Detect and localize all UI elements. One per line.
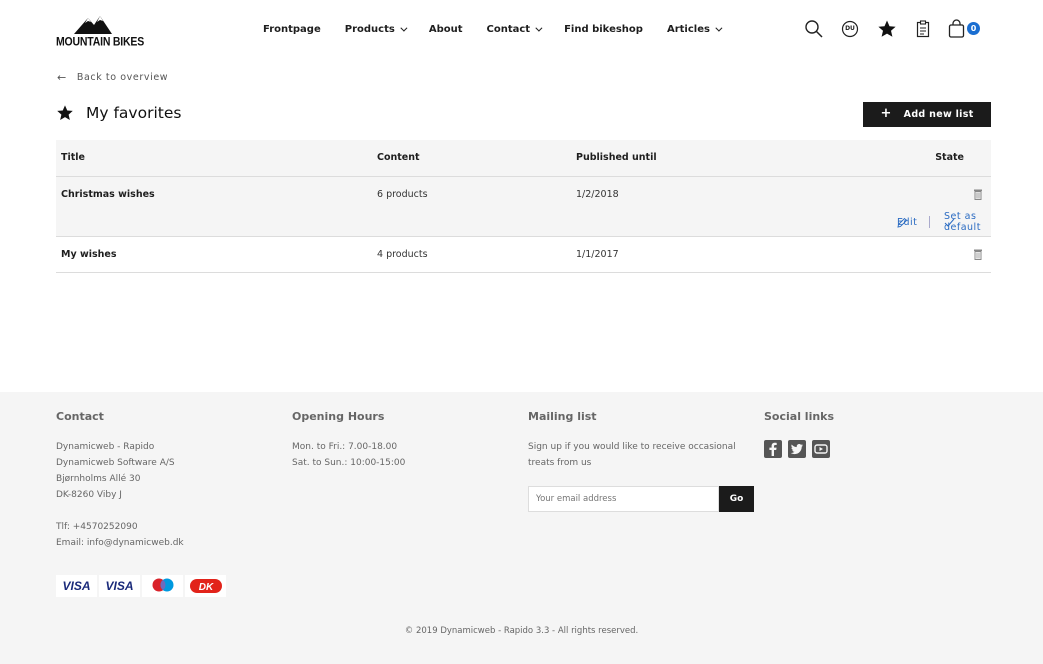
row-content: 6 products [377,189,428,200]
nav-label: Articles [666,24,710,35]
main-nav: Frontpage Products About Contact Find bi… [263,24,744,35]
row-content: 4 products [377,249,428,260]
add-new-list-button[interactable]: + Add new list [863,102,991,127]
facebook-icon[interactable] [764,440,782,458]
footer-contact-line: Dynamicweb Software A/S [56,458,175,468]
nav-label: Find bikeshop [564,24,643,35]
row-published: 1/1/2017 [576,249,619,260]
row-published: 1/2/2018 [576,189,619,200]
footer-contact-heading: Contact [56,410,104,423]
site-footer: Contact Dynamicweb - Rapido Dynamicweb S… [0,392,1043,664]
maestro-icon [142,575,183,597]
mountain-logo-icon [74,16,112,34]
nav-item-about[interactable]: About [429,24,463,35]
footer-contact-line: Bjørnholms Allé 30 [56,474,141,484]
footer-mailing-heading: Mailing list [528,410,597,423]
youtube-icon[interactable] [812,440,830,458]
edit-button[interactable]: Edit [897,217,918,228]
site-header: MOUNTAIN BIKES Frontpage Products About … [0,0,1043,62]
chevron-down-icon [715,24,723,32]
trash-icon[interactable] [973,249,983,260]
clipboard-icon[interactable] [913,19,933,39]
visa-electron-icon: VISA [99,575,140,597]
twitter-icon[interactable] [788,440,806,458]
page-title: My favorites [86,104,182,122]
chevron-down-icon [400,24,408,32]
newsletter-form: Go [528,486,754,512]
nav-label: About [428,24,463,35]
divider [929,216,930,228]
set-as-default-button[interactable]: Set as default [944,211,980,233]
footer-contact-line: DK-8260 Viby J [56,490,122,500]
favorites-table: Title Content Published until State Chri… [56,140,991,273]
footer-contact-line: Dynamicweb - Rapido [56,442,155,452]
footer-phone[interactable]: Tlf: +4570252090 [56,519,184,535]
payment-methods: VISA VISA DK [56,575,228,597]
table-row[interactable]: Christmas wishes 6 products 1/2/2018 Edi… [56,177,991,237]
footer-social: Social links [764,410,834,439]
favorites-star-icon[interactable] [877,19,897,39]
svg-text:DK: DK [198,582,213,593]
header-content: Content [377,152,420,163]
chevron-down-icon [535,24,543,32]
back-to-overview-link[interactable]: ← Back to overview [57,71,168,84]
row-title[interactable]: Christmas wishes [61,189,155,200]
add-new-list-label: Add new list [903,109,974,120]
set-as-default-label: Set as default [944,211,981,233]
footer-hours-heading: Opening Hours [292,410,385,423]
user-avatar-icon[interactable]: DU [840,19,860,39]
brand-logo-text: MOUNTAIN BIKES [56,35,145,49]
header-published-until: Published until [576,152,657,163]
nav-item-contact[interactable]: Contact [486,24,543,35]
footer-email[interactable]: Email: info@dynamicweb.dk [56,535,184,551]
social-icons [764,440,836,458]
row-title[interactable]: My wishes [61,249,117,260]
nav-item-products[interactable]: Products [344,24,408,35]
nav-item-frontpage[interactable]: Frontpage [263,24,321,35]
cart-icon[interactable] [947,19,967,39]
trash-icon[interactable] [973,189,983,200]
cart-count-badge: 0 [967,22,980,35]
copyright: © 2019 Dynamicweb - Rapido 3.3 - All rig… [404,626,639,636]
header-state: State [935,152,964,163]
nav-label: Frontpage [263,24,321,35]
dankort-icon: DK [185,575,226,597]
plus-icon: + [880,106,892,121]
search-icon[interactable] [804,19,824,39]
footer-social-heading: Social links [764,410,835,423]
visa-icon: VISA [56,575,97,597]
user-initials: DU [845,25,855,32]
nav-label: Contact [486,24,531,35]
footer-mailing-text: Sign up if you would like to receive occ… [528,442,736,452]
footer-mailing-text: treats from us [528,458,592,468]
footer-opening-hours: Opening Hours Mon. to Fri.: 7.00-18.00 S… [292,410,405,471]
nav-item-articles[interactable]: Articles [666,24,723,35]
edit-label: Edit [897,216,918,228]
row-actions: Edit Set as default [897,211,980,233]
footer-contact: Contact Dynamicweb - Rapido Dynamicweb S… [56,410,184,551]
table-header: Title Content Published until State [56,140,991,177]
newsletter-go-button[interactable]: Go [719,486,754,512]
brand-logo[interactable]: MOUNTAIN BIKES [56,14,144,49]
back-link-label: Back to overview [76,72,169,83]
table-row[interactable]: My wishes 4 products 1/1/2017 [56,237,991,273]
nav-item-find-bikeshop[interactable]: Find bikeshop [564,24,643,35]
footer-hours-line: Sat. to Sun.: 10:00-15:00 [292,458,406,468]
email-input[interactable] [528,486,719,512]
arrow-left-icon: ← [57,71,67,84]
footer-hours-line: Mon. to Fri.: 7.00-18.00 [292,442,398,452]
nav-label: Products [344,24,395,35]
star-icon [57,105,73,121]
footer-mailing-list: Mailing list Sign up if you would like t… [528,410,736,471]
page-title-row: My favorites [56,104,181,122]
header-title: Title [61,152,85,163]
